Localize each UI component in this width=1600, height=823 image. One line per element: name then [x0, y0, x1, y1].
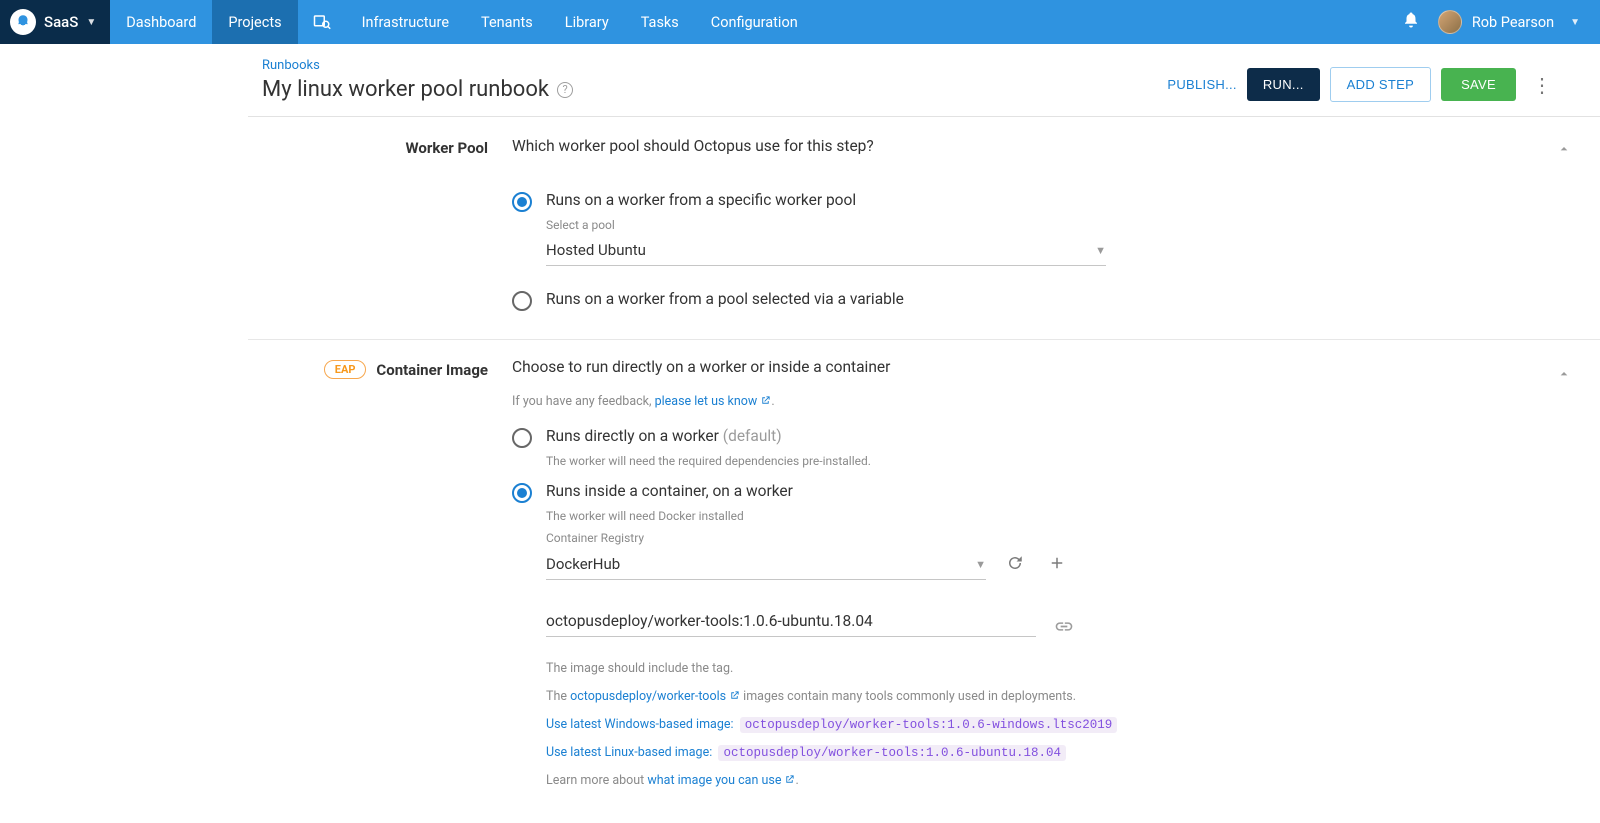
radio-label: Runs directly on a worker (default) — [546, 427, 782, 445]
save-button[interactable]: SAVE — [1441, 68, 1516, 101]
radio-label: Runs inside a container, on a worker — [546, 482, 793, 500]
container-hint: The worker will need Docker installed — [546, 509, 1570, 523]
image-description: The image should include the tag. The oc… — [546, 659, 1570, 791]
registry-select[interactable]: DockerHub ▼ — [546, 549, 986, 580]
caret-down-icon: ▼ — [975, 558, 986, 571]
nav-configuration[interactable]: Configuration — [695, 0, 814, 44]
run-button[interactable]: RUN... — [1247, 68, 1320, 101]
nav-projects[interactable]: Projects — [212, 0, 297, 44]
avatar — [1438, 10, 1462, 34]
radio-direct-worker[interactable]: Runs directly on a worker (default) — [512, 427, 1570, 448]
collapse-icon[interactable] — [1556, 141, 1572, 161]
radio-icon — [512, 192, 532, 212]
radio-label: Runs on a worker from a pool selected vi… — [546, 290, 904, 308]
publish-button[interactable]: PUBLISH... — [1167, 77, 1236, 92]
nav-search-icon[interactable] — [298, 0, 346, 44]
radio-variable-pool[interactable]: Runs on a worker from a pool selected vi… — [512, 290, 1570, 311]
nav-infrastructure[interactable]: Infrastructure — [346, 0, 465, 44]
caret-down-icon: ▼ — [1570, 17, 1580, 28]
space-switcher[interactable]: SaaS ▼ — [0, 0, 110, 44]
refresh-icon[interactable] — [1002, 550, 1028, 580]
collapse-icon[interactable] — [1556, 366, 1572, 386]
learn-more-link[interactable]: what image you can use — [647, 773, 795, 788]
caret-down-icon: ▼ — [1095, 244, 1106, 257]
registry-value: DockerHub — [546, 555, 620, 573]
external-link-icon — [760, 395, 771, 406]
radio-inside-container[interactable]: Runs inside a container, on a worker — [512, 482, 1570, 503]
direct-hint: The worker will need the required depend… — [546, 454, 1570, 468]
image-input[interactable]: octopusdeploy/worker-tools:1.0.6-ubuntu.… — [546, 606, 1036, 637]
select-pool-label: Select a pool — [546, 218, 1570, 232]
header-actions: PUBLISH... RUN... ADD STEP SAVE ⋮ — [1167, 67, 1558, 102]
nav-items: Dashboard Projects Infrastructure Tenant… — [110, 0, 813, 44]
overflow-menu-icon[interactable]: ⋮ — [1526, 73, 1558, 97]
nav-dashboard[interactable]: Dashboard — [110, 0, 212, 44]
use-windows-image-link[interactable]: Use latest Windows-based image: — [546, 717, 734, 732]
pool-select-value: Hosted Ubuntu — [546, 241, 646, 259]
radio-label: Runs on a worker from a specific worker … — [546, 191, 856, 209]
use-linux-image-link[interactable]: Use latest Linux-based image: — [546, 745, 712, 760]
section-container-image: EAP Container Image Choose to run direct… — [248, 340, 1600, 821]
add-step-button[interactable]: ADD STEP — [1330, 67, 1431, 102]
nav-right: Rob Pearson ▼ — [1402, 0, 1600, 44]
eap-badge: EAP — [324, 360, 367, 379]
page-title: My linux worker pool runbook — [262, 77, 549, 102]
external-link-icon — [784, 772, 795, 783]
radio-specific-pool[interactable]: Runs on a worker from a specific worker … — [512, 191, 1570, 212]
top-nav: SaaS ▼ Dashboard Projects Infrastructure… — [0, 0, 1600, 44]
worker-pool-subtitle: Which worker pool should Octopus use for… — [512, 137, 1570, 155]
help-icon[interactable]: ? — [557, 82, 573, 98]
linux-image-code: octopusdeploy/worker-tools:1.0.6-ubuntu.… — [718, 745, 1066, 761]
radio-icon — [512, 428, 532, 448]
user-menu[interactable]: Rob Pearson ▼ — [1438, 10, 1580, 34]
container-image-label: Container Image — [376, 361, 488, 379]
feedback-line: If you have any feedback, please let us … — [512, 394, 1570, 409]
registry-label: Container Registry — [546, 531, 1570, 545]
windows-image-code: octopusdeploy/worker-tools:1.0.6-windows… — [740, 717, 1118, 733]
user-name: Rob Pearson — [1472, 14, 1554, 31]
radio-icon — [512, 291, 532, 311]
nav-tasks[interactable]: Tasks — [625, 0, 695, 44]
external-link-icon — [729, 688, 740, 699]
octopus-logo-icon — [10, 9, 36, 35]
worker-tools-link[interactable]: octopusdeploy/worker-tools — [570, 689, 740, 704]
pool-select[interactable]: Hosted Ubuntu ▼ — [546, 235, 1106, 266]
bell-icon[interactable] — [1402, 11, 1420, 33]
feedback-prefix: If you have any feedback, — [512, 394, 655, 409]
nav-library[interactable]: Library — [549, 0, 625, 44]
feedback-link[interactable]: please let us know — [655, 394, 772, 409]
caret-down-icon: ▼ — [86, 17, 96, 28]
page-header: Runbooks My linux worker pool runbook ? … — [248, 44, 1600, 117]
space-name: SaaS — [44, 13, 78, 31]
image-value: octopusdeploy/worker-tools:1.0.6-ubuntu.… — [546, 612, 873, 630]
container-subtitle: Choose to run directly on a worker or in… — [512, 358, 1570, 376]
nav-tenants[interactable]: Tenants — [465, 0, 549, 44]
link-icon[interactable] — [1054, 618, 1074, 637]
breadcrumb[interactable]: Runbooks — [262, 58, 573, 73]
worker-pool-label: Worker Pool — [405, 139, 488, 157]
add-icon[interactable] — [1044, 550, 1070, 580]
radio-icon — [512, 483, 532, 503]
section-worker-pool: Worker Pool Which worker pool should Oct… — [248, 117, 1600, 340]
